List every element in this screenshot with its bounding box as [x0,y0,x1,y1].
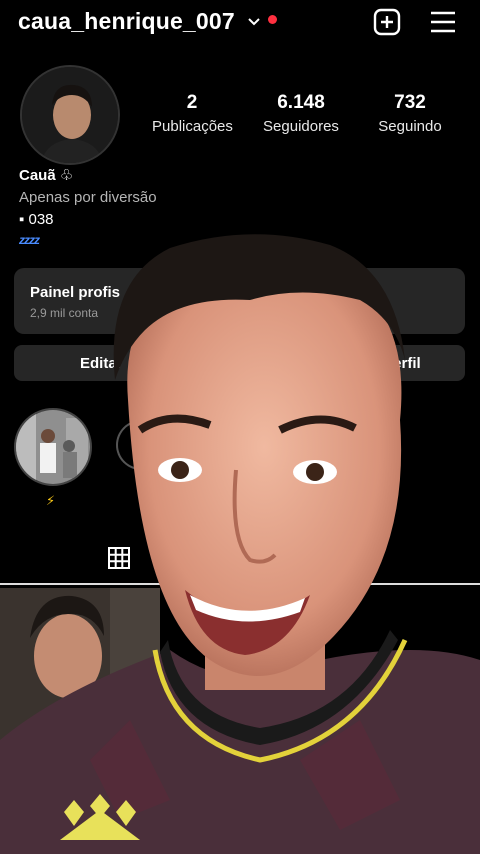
bio-line-1: Apenas por diversão [19,189,157,206]
highlight-label: ⚡ [46,493,56,508]
story-highlight[interactable] [14,408,92,486]
edit-profile-button[interactable]: Editar perfil [14,345,465,381]
stat-posts[interactable]: 2 Publicações [152,92,233,135]
stat-following-label: Seguindo [378,118,442,135]
avatar-photo [22,67,118,163]
top-bar: caua_henrique_007 [0,0,480,46]
stat-posts-label: Publicações [152,118,233,135]
stat-following[interactable]: 732 Seguindo [372,92,448,135]
edit-label-left: Editar [80,355,123,372]
tab-indicator [0,583,480,585]
bio-line-3: zzzz [19,233,40,247]
post-thumbnail[interactable] [0,588,160,758]
grid-icon[interactable] [108,547,130,569]
stat-followers-value: 6.148 [277,92,325,113]
professional-dashboard[interactable]: Painel profis 2,9 mil conta [14,268,465,334]
bio-line-2: ▪ 038 [19,211,54,228]
panel-title: Painel profis [30,284,121,301]
panel-subtitle: 2,9 mil conta [30,306,99,320]
story-highlight-partial[interactable] [116,420,146,470]
highlight-photo [16,410,90,484]
edit-label-right: perfil [384,355,421,372]
new-post-icon[interactable] [373,8,401,36]
stat-followers-label: Seguidores [263,118,339,135]
profile-name: Cauã ♧ [19,167,74,184]
stat-following-value: 732 [394,92,426,113]
avatar[interactable] [20,65,120,165]
post-photo [0,588,160,758]
notification-dot [268,15,277,24]
stat-followers[interactable]: 6.148 Seguidores [255,92,347,135]
stat-posts-value: 2 [186,92,198,113]
chevron-down-icon[interactable] [247,14,261,28]
username[interactable]: caua_henrique_007 [18,8,235,35]
menu-icon[interactable] [430,10,456,34]
